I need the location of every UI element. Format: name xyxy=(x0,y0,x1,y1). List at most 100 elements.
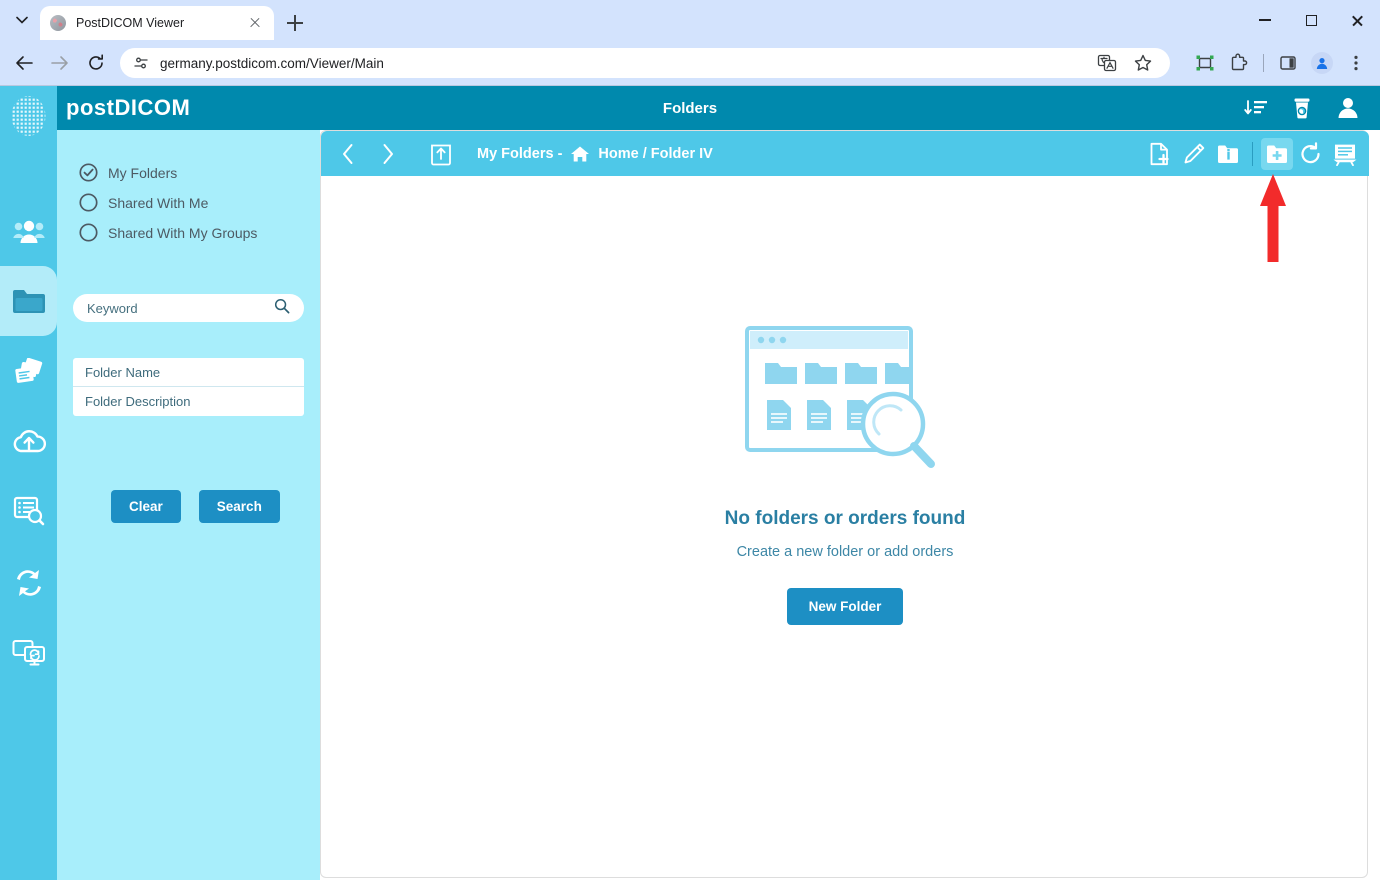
radio-checked-icon xyxy=(79,163,98,182)
radio-unchecked-icon xyxy=(79,223,98,242)
rail-item-worklist[interactable] xyxy=(0,476,57,546)
app-header: Folders postDICOM xyxy=(0,86,1380,130)
new-folder-button[interactable] xyxy=(1261,138,1293,170)
file-add-icon xyxy=(1149,142,1171,166)
rail-item-studies[interactable] xyxy=(0,338,57,408)
address-bar[interactable]: germany.postdicom.com/Viewer/Main xyxy=(120,48,1170,78)
toolbar-divider xyxy=(1263,54,1264,72)
side-panel-icon[interactable] xyxy=(1272,48,1304,78)
recycle-bin-icon[interactable] xyxy=(1288,94,1316,122)
scope-option-my-folders[interactable]: My Folders xyxy=(79,163,177,182)
user-account-icon[interactable] xyxy=(1334,94,1362,122)
keyword-placeholder: Keyword xyxy=(87,301,274,316)
chevron-left-icon[interactable] xyxy=(335,141,361,167)
forward-button[interactable] xyxy=(46,49,74,77)
breadcrumb: My Folders - Home / Folder IV xyxy=(335,131,713,176)
home-icon[interactable] xyxy=(570,145,590,163)
browser-navbar: germany.postdicom.com/Viewer/Main xyxy=(0,40,1380,86)
translate-icon[interactable] xyxy=(1092,48,1122,78)
chrome-menu-icon[interactable] xyxy=(1340,48,1372,78)
radio-unchecked-icon xyxy=(79,193,98,212)
empty-state: No folders or orders found Create a new … xyxy=(321,176,1369,879)
window-controls xyxy=(1242,0,1380,40)
header-icon-group xyxy=(1242,86,1362,130)
folder-info-icon xyxy=(1216,143,1240,165)
scope-option-label: Shared With My Groups xyxy=(108,225,257,241)
new-folder-cta-button[interactable]: New Folder xyxy=(787,588,904,625)
brand-logo-text: postDICOM xyxy=(66,86,190,130)
clear-button[interactable]: Clear xyxy=(111,490,181,523)
browser-toolbar-right xyxy=(1189,48,1372,78)
reload-button[interactable] xyxy=(82,49,110,77)
users-group-icon xyxy=(13,218,45,244)
back-icon xyxy=(15,55,33,71)
url-text: germany.postdicom.com/Viewer/Main xyxy=(160,56,384,71)
red-up-arrow-annotation xyxy=(1258,172,1288,269)
screen-share-icon xyxy=(12,639,46,667)
forward-icon xyxy=(51,55,69,71)
close-window-button[interactable] xyxy=(1334,0,1380,40)
upload-box-icon[interactable] xyxy=(429,141,453,167)
extensions-icon[interactable] xyxy=(1223,48,1255,78)
search-button[interactable]: Search xyxy=(199,490,280,523)
folder-name-field[interactable]: Folder Name xyxy=(73,358,304,387)
reload-icon xyxy=(87,54,105,72)
maximize-icon xyxy=(1306,15,1317,26)
cloud-upload-icon xyxy=(12,428,46,455)
rail-item-share-screen[interactable] xyxy=(0,618,57,688)
list-search-icon xyxy=(13,496,45,526)
back-button[interactable] xyxy=(10,49,38,77)
tab-search-button[interactable] xyxy=(6,6,38,34)
screenshot-icon[interactable] xyxy=(1189,48,1221,78)
chevron-right-icon[interactable] xyxy=(375,141,401,167)
empty-state-subtitle: Create a new folder or add orders xyxy=(737,544,954,560)
folder-description-field[interactable]: Folder Description xyxy=(73,387,304,416)
folder-icon xyxy=(12,287,46,315)
breadcrumb-prefix: My Folders - xyxy=(477,146,562,162)
pencil-icon xyxy=(1182,142,1206,166)
folder-fields-group: Folder Name Folder Description xyxy=(73,358,304,416)
new-order-button[interactable] xyxy=(1144,138,1176,170)
search-icon[interactable] xyxy=(274,298,290,319)
refresh-button[interactable] xyxy=(1295,138,1327,170)
folder-info-button[interactable] xyxy=(1212,138,1244,170)
postdicom-favicon-icon xyxy=(50,15,66,31)
minimize-button[interactable] xyxy=(1242,0,1288,40)
close-icon xyxy=(1351,14,1364,27)
keyword-search-field[interactable]: Keyword xyxy=(73,294,304,322)
breadcrumb-path: Home / Folder IV xyxy=(598,146,712,162)
scope-option-shared-with-me[interactable]: Shared With Me xyxy=(79,193,208,212)
new-tab-button[interactable] xyxy=(282,10,308,36)
maximize-button[interactable] xyxy=(1288,0,1334,40)
postdicom-logo-icon xyxy=(8,94,49,140)
sort-list-icon[interactable] xyxy=(1242,94,1270,122)
empty-state-title: No folders or orders found xyxy=(725,508,966,530)
rail-item-upload[interactable] xyxy=(0,406,57,476)
filter-action-buttons: Clear Search xyxy=(111,490,280,523)
report-button[interactable] xyxy=(1329,138,1361,170)
edit-button[interactable] xyxy=(1178,138,1210,170)
folder-add-icon xyxy=(1265,143,1289,165)
page-title: Folders xyxy=(0,86,1380,130)
content-card: My Folders - Home / Folder IV xyxy=(320,130,1368,878)
sync-arrows-icon xyxy=(13,568,45,598)
cards-stack-icon xyxy=(13,358,45,388)
refresh-icon xyxy=(1299,142,1323,166)
report-icon xyxy=(1332,142,1358,166)
close-icon[interactable] xyxy=(246,14,264,32)
filter-panel: My Folders Shared With Me Shared With My… xyxy=(57,130,320,880)
bookmark-star-icon[interactable] xyxy=(1128,48,1158,78)
breadcrumb-text: My Folders - Home / Folder IV xyxy=(477,145,713,163)
scope-option-shared-with-my-groups[interactable]: Shared With My Groups xyxy=(79,223,257,242)
scope-option-label: Shared With Me xyxy=(108,195,208,211)
rail-item-folders[interactable] xyxy=(0,266,57,336)
rail-item-sync[interactable] xyxy=(0,548,57,618)
no-results-folders-illustration xyxy=(745,326,945,476)
omnibox-actions xyxy=(1092,48,1158,78)
browser-tab[interactable]: PostDICOM Viewer xyxy=(40,6,274,40)
site-settings-icon[interactable] xyxy=(132,54,150,72)
toolbar-divider xyxy=(1252,142,1253,166)
content-toolbar: My Folders - Home / Folder IV xyxy=(321,131,1369,176)
profile-avatar-icon[interactable] xyxy=(1306,48,1338,78)
app-window: PostDICOM Viewer xyxy=(0,0,1380,880)
